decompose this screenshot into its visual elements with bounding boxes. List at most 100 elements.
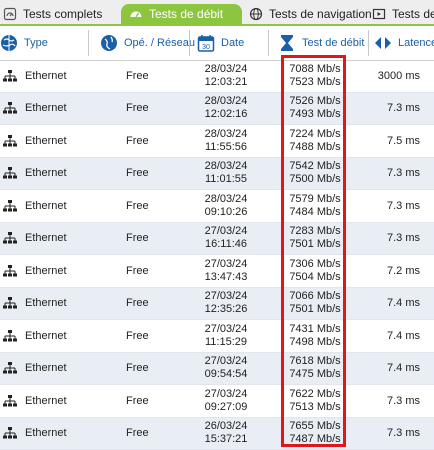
network-icon [3,69,17,82]
divider [368,30,369,56]
test-time: 12:03:21 [204,75,248,88]
cell-date: 28/03/24 12:02:16 [185,93,267,125]
table-row[interactable]: Ethernet Free 27/03/24 13:47:43 7306 Mb/s 750… [0,255,434,288]
calendar-icon: 30 [197,35,215,52]
network-icon [3,297,17,309]
latency-value: 3000 ms [377,69,420,82]
upload-speed: 7475 Mb/s [289,368,341,381]
cell-type: Ethernet [3,190,67,222]
table-row[interactable]: Ethernet Free 27/03/24 12:35:26 7066 Mb/s 750… [0,287,434,320]
cell-latency: 3000 ms [372,60,434,92]
upload-speed: 7501 Mb/s [289,303,341,316]
tab-label: Tests de navigation [269,7,372,21]
network-icon [3,102,17,114]
download-speed: 7622 Mb/s [289,387,341,400]
tab-tests-de[interactable]: Tests de [372,4,434,24]
cell-operator: Free [126,353,149,385]
cell-type: Ethernet [3,60,67,92]
table-row[interactable]: Ethernet Free 28/03/24 11:55:56 7224 Mb/s 748… [0,125,434,158]
cell-date: 28/03/24 11:01:55 [185,158,267,190]
globe-icon [1,35,17,51]
operator-name: Free [126,167,149,180]
column-header-speed[interactable]: Test de débit [278,26,364,60]
operator-name: Free [126,232,149,245]
column-header-operator[interactable]: Opé. / Réseau [100,26,195,60]
network-icon [3,232,17,244]
tab-tests-complets[interactable]: Tests complets [3,4,102,24]
upload-speed: 7523 Mb/s [289,75,341,88]
cell-latency: 7.3 ms [372,158,434,190]
download-speed: 7618 Mb/s [289,355,341,368]
test-time: 12:02:16 [204,108,248,121]
table-row[interactable]: Ethernet Free 27/03/24 11:15:29 7431 Mb/s 749… [0,320,434,353]
connection-type: Ethernet [25,167,67,180]
cell-operator: Free [126,288,149,320]
column-header-date[interactable]: 30 Date [197,26,244,60]
cell-operator: Free [126,190,149,222]
cell-type: Ethernet [3,385,67,417]
tab-tests-de-debit[interactable]: Tests de débit [121,4,242,24]
latency-value: 7.3 ms [386,102,420,115]
cell-type: Ethernet [3,158,67,190]
test-time: 16:11:46 [204,238,247,251]
cell-latency: 7.3 ms [372,190,434,222]
table-row[interactable]: Ethernet Free 27/03/24 09:54:54 7618 Mb/s 747… [0,352,434,385]
cell-operator: Free [126,320,149,352]
operator-name: Free [126,102,149,115]
connection-type: Ethernet [25,329,67,342]
column-header-type[interactable]: Type [0,26,48,60]
download-speed: 7306 Mb/s [289,257,341,270]
test-time: 09:27:09 [204,400,248,413]
cell-speed: 7306 Mb/s 7504 Mb/s [281,255,349,287]
test-date: 27/03/24 [204,355,248,368]
table-row[interactable]: Ethernet Free 26/03/24 15:37:21 7655 Mb/s 748… [0,417,434,450]
latency-value: 7.3 ms [386,199,420,212]
download-speed: 7542 Mb/s [289,160,341,173]
cell-operator: Free [126,125,149,157]
cell-speed: 7088 Mb/s 7523 Mb/s [281,60,349,92]
latency-value: 7.3 ms [386,394,420,407]
tab-tests-de-navigation[interactable]: Tests de navigation [249,4,372,24]
connection-type: Ethernet [25,427,67,440]
table-row[interactable]: Ethernet Free 27/03/24 16:11:46 7283 Mb/s 750… [0,222,434,255]
operator-name: Free [126,362,149,375]
cell-speed: 7431 Mb/s 7498 Mb/s [281,320,349,352]
test-date: 27/03/24 [204,257,248,270]
test-date: 27/03/24 [204,387,248,400]
hourglass-icon [281,35,293,51]
cell-latency: 7.3 ms [372,385,434,417]
column-header-latency[interactable]: Latence [374,26,434,60]
connection-type: Ethernet [25,102,67,115]
operator-name: Free [126,199,149,212]
upload-speed: 7513 Mb/s [289,400,341,413]
test-time: 15:37:21 [204,433,248,446]
arrows-left-right-icon [375,37,391,49]
table-row[interactable]: Ethernet Free 28/03/24 11:01:55 7542 Mb/s 750… [0,157,434,190]
cell-latency: 7.4 ms [372,288,434,320]
download-speed: 7066 Mb/s [289,290,341,303]
cell-operator: Free [126,60,149,92]
cell-date: 27/03/24 12:35:26 [185,288,267,320]
tab-label: Tests de [392,7,434,21]
connection-type: Ethernet [25,297,67,310]
table-row[interactable]: Ethernet Free 28/03/24 12:03:21 7088 Mb/s 752… [0,60,434,93]
operator-name: Free [126,394,149,407]
cell-type: Ethernet [3,288,67,320]
cell-operator: Free [126,223,149,255]
cell-latency: 7.5 ms [372,125,434,157]
test-time: 11:01:55 [204,173,247,186]
download-speed: 7526 Mb/s [289,95,341,108]
connection-type: Ethernet [25,69,67,82]
test-time: 12:35:26 [204,303,248,316]
table-row[interactable]: Ethernet Free 28/03/24 09:10:26 7579 Mb/s 748… [0,190,434,223]
download-speed: 7224 Mb/s [289,127,341,140]
cell-date: 27/03/24 16:11:46 [185,223,267,255]
cell-operator: Free [126,385,149,417]
table-row[interactable]: Ethernet Free 28/03/24 12:02:16 7526 Mb/s 749… [0,92,434,125]
cell-speed: 7622 Mb/s 7513 Mb/s [281,385,349,417]
gauge-icon [130,11,142,18]
network-icon [3,134,17,147]
test-time: 11:55:56 [204,140,247,153]
upload-speed: 7488 Mb/s [289,140,341,153]
table-row[interactable]: Ethernet Free 27/03/24 09:27:09 7622 Mb/s 751… [0,385,434,418]
